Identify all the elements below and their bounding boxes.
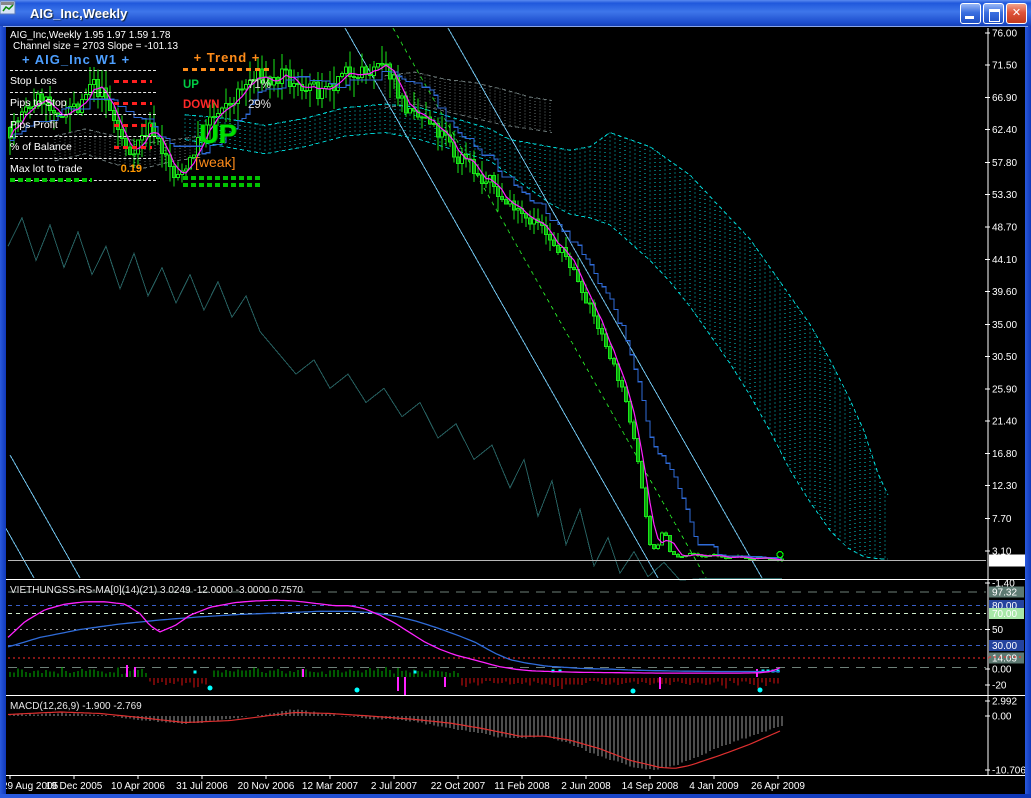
window-border-left <box>0 26 6 795</box>
trend-signal: UP <box>199 119 271 150</box>
window-title: AIG_Inc,Weekly <box>30 6 127 21</box>
svg-text:2 Jun 2008: 2 Jun 2008 <box>561 781 611 792</box>
svg-text:66.90: 66.90 <box>992 93 1017 104</box>
svg-text:14 Sep 2008: 14 Sep 2008 <box>622 781 679 792</box>
svg-text:26 Apr 2009: 26 Apr 2009 <box>751 781 805 792</box>
maximize-icon <box>989 9 1000 22</box>
green-dash-marker <box>183 176 261 180</box>
svg-text:1.78: 1.78 <box>992 556 1012 567</box>
svg-text:0.00: 0.00 <box>992 665 1012 676</box>
svg-text:35.00: 35.00 <box>992 320 1017 331</box>
svg-text:-20: -20 <box>992 680 1007 691</box>
panel-splitter-3[interactable] <box>6 773 1025 778</box>
max-lot-value: 0.19 <box>121 163 142 175</box>
svg-text:39.60: 39.60 <box>992 287 1017 298</box>
svg-text:30.00: 30.00 <box>992 641 1017 652</box>
value-dash-indicator <box>114 80 152 83</box>
close-button[interactable]: ✕ <box>1006 3 1027 24</box>
maximize-button[interactable] <box>983 3 1004 24</box>
svg-text:4 Jan 2009: 4 Jan 2009 <box>689 781 739 792</box>
row-label: Max lot to trade <box>10 163 82 175</box>
svg-text:20 Nov 2006: 20 Nov 2006 <box>238 781 295 792</box>
svg-text:50: 50 <box>992 625 1004 636</box>
svg-text:62.40: 62.40 <box>992 125 1017 136</box>
panel-splitter-1[interactable] <box>6 577 1025 582</box>
svg-text:12.30: 12.30 <box>992 481 1017 492</box>
row-label: Pips to Stop <box>10 97 67 109</box>
trade-row-pct-balance: % of Balance <box>10 137 156 159</box>
svg-text:70.00: 70.00 <box>992 609 1017 620</box>
trend-panel: + Trend + UP 71% DOWN 29% UP [weak] <box>183 50 271 187</box>
trend-up-label: UP <box>183 79 199 91</box>
svg-text:97.32: 97.32 <box>992 588 1017 599</box>
green-dash-marker <box>183 183 261 187</box>
trend-title: + Trend + <box>183 50 271 65</box>
title-bar[interactable]: AIG_Inc,Weekly ✕ <box>0 0 1031 26</box>
trend-underline <box>183 68 271 71</box>
svg-text:14.09: 14.09 <box>992 653 1017 664</box>
close-icon: ✕ <box>1012 7 1021 19</box>
minimize-icon <box>965 16 974 19</box>
svg-text:12 Mar 2007: 12 Mar 2007 <box>302 781 359 792</box>
svg-text:48.70: 48.70 <box>992 222 1017 233</box>
trend-down-row: DOWN 29% <box>183 99 271 111</box>
trade-panel: Stop Loss Pips to Stop Pips Profit % of … <box>10 70 156 181</box>
application-window: 76.00 71.50 66.90 62.40 57.80 53.30 48.70 44.10… <box>0 0 1031 798</box>
svg-text:0.00: 0.00 <box>992 712 1012 723</box>
svg-text:16.80: 16.80 <box>992 449 1017 460</box>
value-dash-indicator <box>114 146 152 149</box>
minimize-button[interactable] <box>960 3 981 24</box>
svg-text:71.50: 71.50 <box>992 60 1017 71</box>
panel-splitter-2[interactable] <box>6 693 1025 698</box>
svg-text:44.10: 44.10 <box>992 255 1017 266</box>
svg-text:76.00: 76.00 <box>992 29 1017 40</box>
trend-up-row: UP 71% <box>183 79 271 91</box>
svg-text:22 Oct 2007: 22 Oct 2007 <box>431 781 486 792</box>
row-label: Pips Profit <box>10 119 58 131</box>
trend-up-value: 71% <box>248 79 271 91</box>
row-label: % of Balance <box>10 141 72 153</box>
trend-strength: [weak] <box>195 154 271 170</box>
trend-down-label: DOWN <box>183 99 219 111</box>
value-dash-indicator <box>114 102 152 105</box>
channel-info: Channel size = 2703 Slope = -101.13 <box>13 41 178 52</box>
svg-text:57.80: 57.80 <box>992 158 1017 169</box>
svg-text:53.30: 53.30 <box>992 190 1017 201</box>
trade-row-stop-loss: Stop Loss <box>10 71 156 93</box>
trade-panel-title: + AIG_Inc W1 + <box>22 52 130 67</box>
trend-down-value: 29% <box>248 99 271 111</box>
svg-text:31 Jul 2006: 31 Jul 2006 <box>176 781 228 792</box>
symbol-ohlc-readout: AIG_Inc,Weekly 1.95 1.97 1.59 1.78 <box>10 30 170 41</box>
svg-text:7.70: 7.70 <box>992 514 1012 525</box>
value-dash-indicator <box>114 124 152 127</box>
row-label: Stop Loss <box>10 75 57 87</box>
svg-text:2.992: 2.992 <box>992 696 1017 707</box>
svg-text:21.40: 21.40 <box>992 416 1017 427</box>
window-border-bottom <box>0 794 1031 798</box>
svg-text:11 Feb 2008: 11 Feb 2008 <box>494 781 550 792</box>
trade-row-pips-profit: Pips Profit <box>10 115 156 137</box>
svg-text:25.90: 25.90 <box>992 385 1017 396</box>
svg-text:19 Dec 2005: 19 Dec 2005 <box>46 781 103 792</box>
svg-text:10 Apr 2006: 10 Apr 2006 <box>111 781 165 792</box>
window-border-right <box>1025 26 1031 795</box>
client-top-edge <box>3 26 1028 27</box>
app-icon <box>8 5 24 21</box>
green-dash-marker <box>10 178 92 182</box>
macd-title: MACD(12,26,9) -1.900 -2.769 <box>10 701 142 712</box>
svg-text:2 Jul 2007: 2 Jul 2007 <box>371 781 418 792</box>
oscillator-title: VIETHUNGSS-RS-MA[0](14)(21) 3.0249 -12.0… <box>10 585 303 596</box>
trade-row-pips-to-stop: Pips to Stop <box>10 93 156 115</box>
svg-text:30.50: 30.50 <box>992 352 1017 363</box>
